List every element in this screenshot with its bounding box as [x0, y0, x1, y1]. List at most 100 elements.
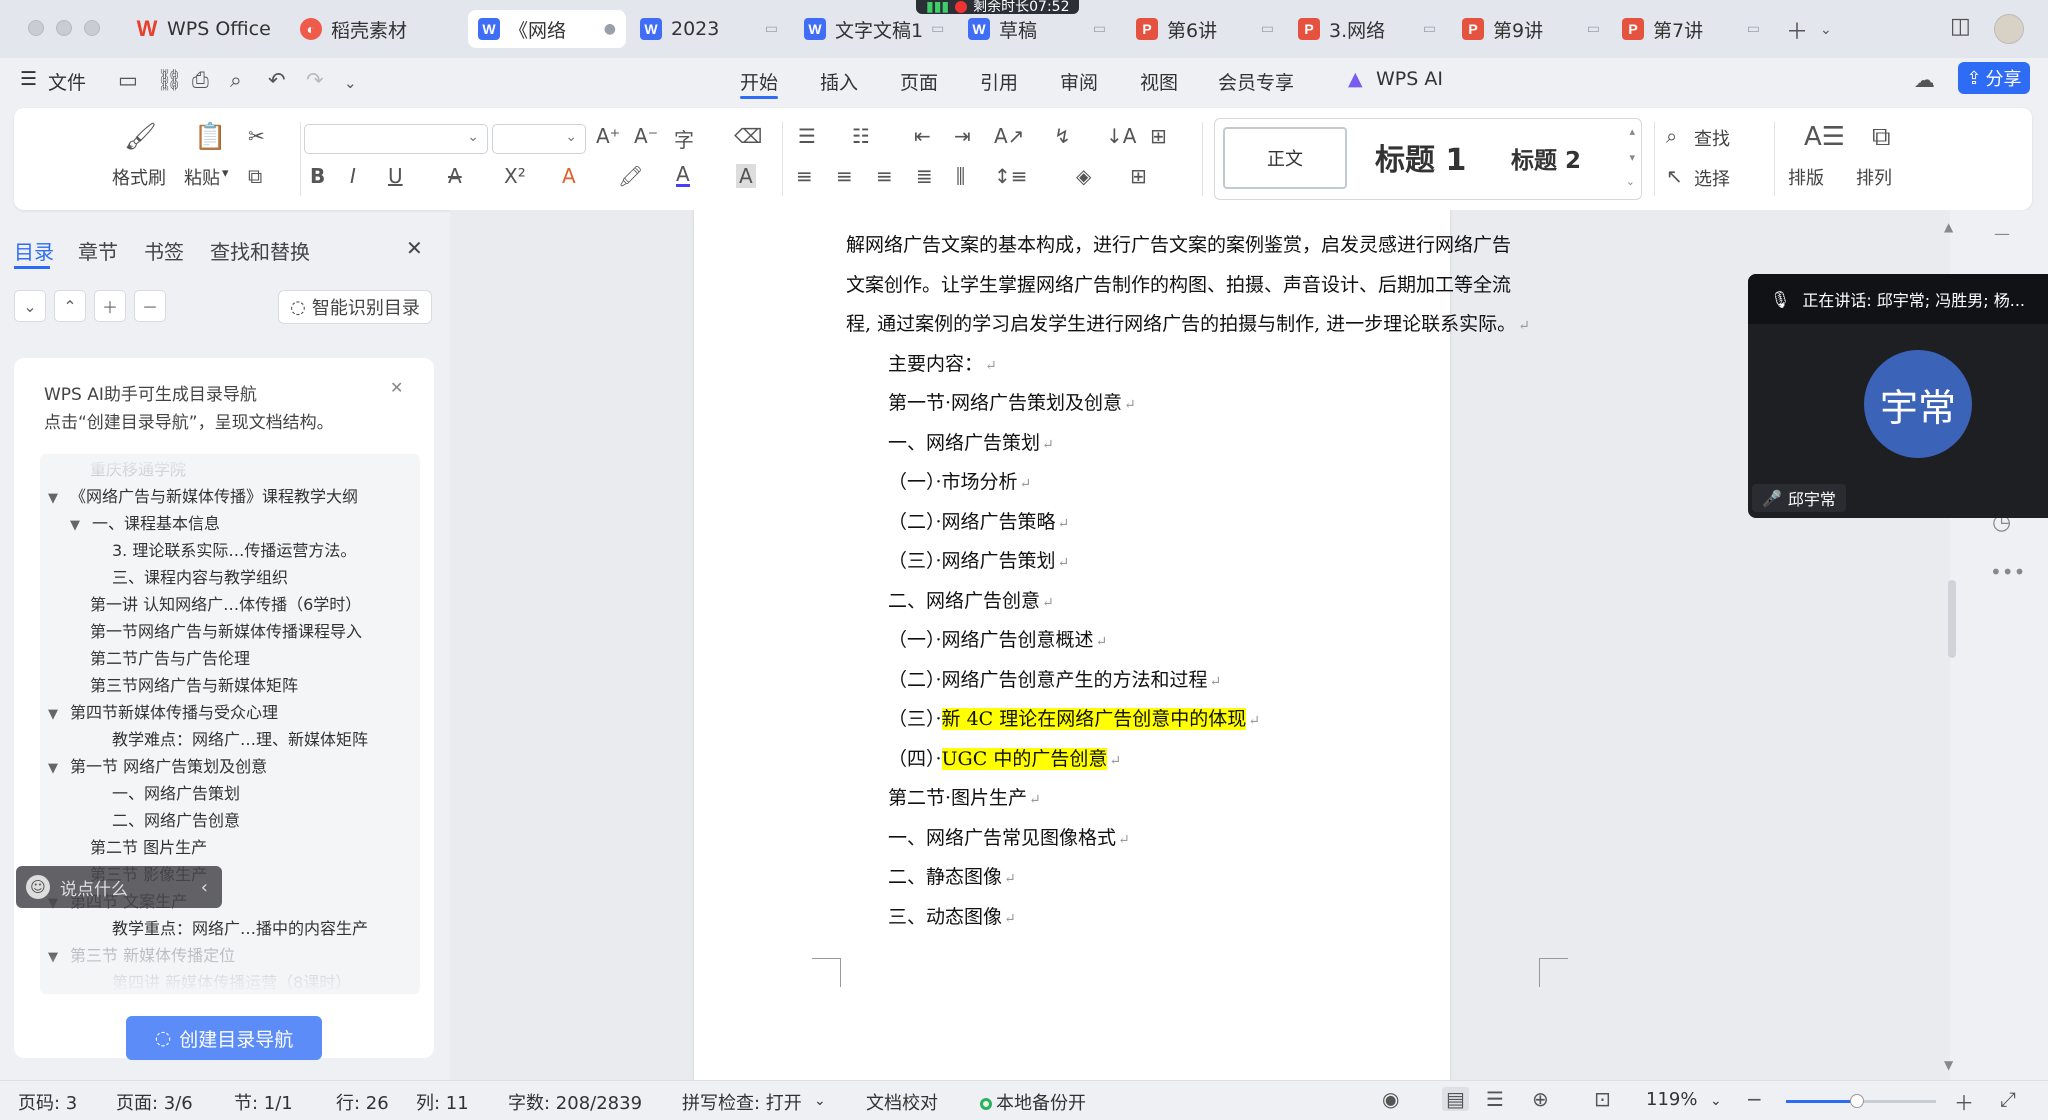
increase-indent-icon[interactable]: ⇥	[954, 124, 971, 148]
phonetic-guide-icon[interactable]: 字	[674, 124, 694, 153]
tab-member[interactable]: 会员专享	[1218, 68, 1294, 95]
share-button[interactable]: ⇪ 分享	[1958, 62, 2030, 94]
undo-icon[interactable]: ↶	[268, 68, 286, 92]
style-heading-1[interactable]: 标题 1	[1375, 135, 1466, 179]
styles-more-icon[interactable]: ⌄	[1626, 175, 1635, 188]
align-center-icon[interactable]: ≡	[836, 164, 853, 188]
decrease-font-icon[interactable]: A⁻	[634, 124, 658, 148]
line-spacing-icon[interactable]: ↕≡	[994, 164, 1028, 188]
zoom-slider-handle[interactable]	[1849, 1094, 1864, 1108]
tab-review[interactable]: 审阅	[1060, 68, 1098, 95]
save-icon[interactable]: ▭	[118, 68, 138, 92]
tab-wps-ai[interactable]: WPS AI	[1376, 68, 1443, 90]
tab-6[interactable]: P 第6讲 ▭	[1126, 10, 1284, 48]
doc-paragraph[interactable]: （三）·新 4C 理论在网络广告创意中的体现 ↵	[888, 704, 1260, 731]
status-backup[interactable]: 本地备份开	[980, 1089, 1086, 1115]
new-tab-icon[interactable]: ＋	[1786, 14, 1808, 46]
copy-icon[interactable]: ⧉	[248, 164, 262, 188]
toc-item[interactable]: ▼ 第一节 网络广告策划及创意	[48, 753, 267, 777]
toc-item[interactable]: 第一节网络广告与新媒体传播课程导入	[90, 618, 362, 642]
doc-paragraph[interactable]: 一、网络广告策划 ↵	[888, 428, 1054, 455]
print-preview-icon[interactable]: ⌕	[230, 68, 242, 93]
align-right-icon[interactable]: ≡	[876, 164, 893, 188]
user-avatar[interactable]	[1994, 14, 2024, 44]
doc-paragraph[interactable]: （一）·网络广告创意概述 ↵	[888, 625, 1107, 652]
close-hint-icon[interactable]: ✕	[390, 378, 403, 397]
cloud-sync-icon[interactable]: ☁	[1914, 68, 1935, 92]
minimize-window-button[interactable]	[56, 20, 72, 36]
tab-1[interactable]: ◐ 稻壳素材	[290, 10, 458, 48]
toc-item[interactable]: ▼ 第四节新媒体传播与受众心理	[48, 699, 278, 723]
paste-button[interactable]: 粘贴	[184, 164, 220, 190]
tab-4[interactable]: W 文字文稿1 ▭	[794, 10, 952, 48]
distributed-icon[interactable]: ⫼	[956, 164, 965, 188]
toc-item[interactable]: 教学重点：网络广…播中的内容生产	[112, 915, 368, 939]
strikethrough-icon[interactable]: A	[448, 164, 462, 188]
doc-paragraph[interactable]: 一、网络广告常见图像格式 ↵	[888, 823, 1130, 850]
text-effect-icon[interactable]: A	[562, 164, 576, 188]
create-toc-button[interactable]: ◌ 创建目录导航	[126, 1016, 322, 1060]
underline-icon[interactable]: U	[388, 164, 403, 188]
chat-input-popup[interactable]: ☺ 说点什么 ‹	[16, 866, 222, 908]
doc-paragraph[interactable]: 程, 通过案例的学习启发学生进行网络广告的拍摄与制作, 进一步理论联系实际。 ↵	[846, 309, 1530, 336]
toc-item[interactable]: 二、网络广告创意	[112, 807, 240, 831]
italic-icon[interactable]: I	[350, 164, 356, 188]
format-painter-button[interactable]: 格式刷	[112, 164, 166, 190]
doc-paragraph[interactable]: 解网络广告文案的基本构成，进行广告文案的案例鉴赏，启发灵感进行网络广告	[846, 230, 1511, 257]
add-heading-icon[interactable]: ＋	[94, 290, 126, 322]
tab-3[interactable]: W 2023 ▭	[630, 10, 788, 48]
select-button[interactable]: 选择	[1694, 165, 1730, 191]
nav-tab-chapters[interactable]: 章节	[78, 236, 118, 265]
format-painter-icon[interactable]: 🖌	[124, 122, 157, 152]
redo-icon[interactable]: ↷	[306, 68, 324, 92]
tab-insert[interactable]: 插入	[820, 68, 858, 95]
fullscreen-icon[interactable]: ⤢	[2000, 1087, 2016, 1111]
close-window-button[interactable]	[28, 20, 44, 36]
maximize-window-button[interactable]	[84, 20, 100, 36]
hamburger-icon[interactable]: ☰	[20, 68, 37, 90]
select-icon[interactable]: ↖	[1666, 164, 1683, 188]
doc-paragraph[interactable]: 二、静态图像 ↵	[888, 862, 1016, 889]
scroll-up-icon[interactable]: ▲	[1944, 220, 1953, 234]
document-page[interactable]: 解网络广告文案的基本构成，进行广告文案的案例鉴赏，启发灵感进行网络广告 文案创作。…	[694, 210, 1568, 1080]
smiley-icon[interactable]: ☺	[26, 875, 50, 899]
doc-paragraph[interactable]: 第一节·网络广告策划及创意 ↵	[888, 388, 1136, 415]
doc-paragraph[interactable]: （四）·UGC 中的广告创意 ↵	[888, 744, 1121, 771]
status-col[interactable]: 列: 11	[416, 1089, 469, 1115]
arrange-icon[interactable]: ⧉	[1872, 122, 1891, 153]
tab-7[interactable]: P 3.网络 ▭	[1288, 10, 1446, 48]
expand-triangle-icon[interactable]: ▼	[70, 518, 92, 533]
doc-paragraph[interactable]: （二）·网络广告策略 ↵	[888, 507, 1069, 534]
char-shading-icon[interactable]: A	[736, 164, 756, 188]
window-layout-icon[interactable]: ◫	[1950, 14, 1971, 39]
increase-font-icon[interactable]: A⁺	[596, 124, 620, 148]
style-normal[interactable]: 正文	[1223, 127, 1347, 189]
smart-toc-button[interactable]: ◌ 智能识别目录	[278, 290, 432, 324]
sort-icon[interactable]: ↓A	[1106, 124, 1136, 148]
arrange-button[interactable]: 排列	[1856, 164, 1892, 190]
decrease-indent-icon[interactable]: ⇤	[914, 124, 931, 148]
outline-view-icon[interactable]: ☰	[1486, 1087, 1504, 1111]
nav-tab-toc[interactable]: 目录	[14, 236, 54, 265]
styles-up-icon[interactable]: ▴	[1629, 125, 1635, 138]
status-spell-check[interactable]: 拼写检查: 打开	[682, 1089, 802, 1115]
justify-icon[interactable]: ≣	[916, 164, 933, 188]
expand-triangle-icon[interactable]: ▼	[48, 707, 70, 722]
tab-home[interactable]: 开始	[740, 68, 778, 95]
tab-5[interactable]: W 草稿 ▭	[958, 10, 1116, 48]
borders-icon[interactable]: ⊞	[1130, 164, 1147, 188]
zoom-in-icon[interactable]: ＋	[1954, 1087, 1974, 1116]
zoom-chevron-icon[interactable]: ⌄	[1710, 1093, 1722, 1109]
status-page-code[interactable]: 页码: 3	[18, 1089, 77, 1115]
doc-paragraph[interactable]: 二、网络广告创意 ↵	[888, 586, 1054, 613]
find-button[interactable]: 查找	[1694, 125, 1730, 151]
tab-references[interactable]: 引用	[980, 68, 1018, 95]
toc-item[interactable]: ▼ 《网络广告与新媒体传播》课程教学大纲	[48, 483, 358, 507]
status-proofread[interactable]: 文档校对	[866, 1089, 938, 1115]
fit-page-icon[interactable]: ⊡	[1594, 1087, 1611, 1111]
toc-item[interactable]: 一、网络广告策划	[112, 780, 240, 804]
expand-triangle-icon[interactable]: ▼	[48, 761, 70, 776]
styles-down-icon[interactable]: ▾	[1629, 151, 1635, 164]
doc-paragraph[interactable]: 三、动态图像 ↵	[888, 902, 1016, 929]
toc-item[interactable]: 教学难点：网络广…理、新媒体矩阵	[112, 726, 368, 750]
